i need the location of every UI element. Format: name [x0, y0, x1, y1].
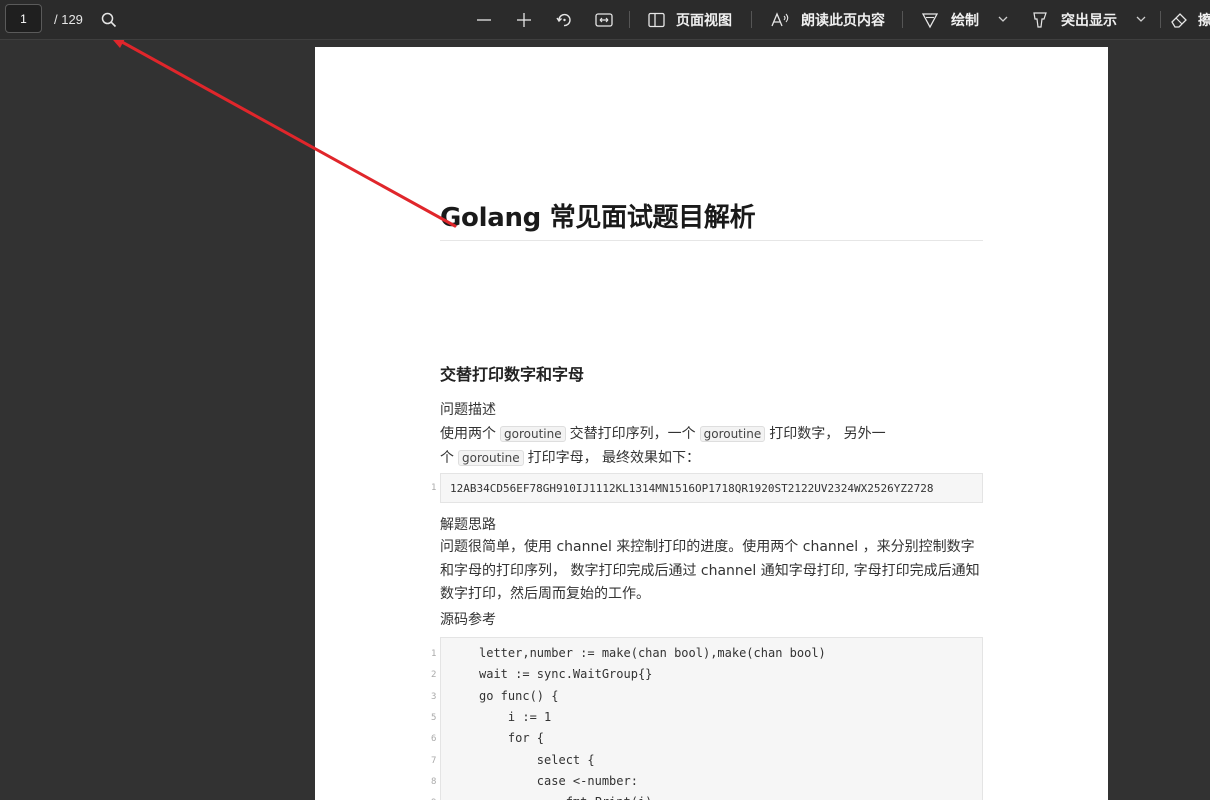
text-segment: 打印数字， 另外一 [769, 426, 886, 442]
text-segment: 使用两个 [440, 426, 496, 442]
draw-dropdown-chevron-down-icon[interactable] [997, 0, 1009, 39]
code-text: for { [479, 731, 545, 746]
page-view-label: 页面视图 [676, 11, 732, 28]
line-number: 2 [431, 670, 437, 681]
toolbar-divider [902, 11, 903, 28]
code-text: go func() { [479, 688, 559, 703]
page-view-icon [648, 12, 666, 28]
erase-button[interactable]: 擦 [1170, 0, 1210, 39]
read-aloud-label: 朗读此页内容 [801, 11, 885, 28]
solution-label: 解题思路 [440, 517, 496, 533]
pdf-toolbar: / 129 页面视图 朗读此页内容 绘制 [0, 0, 1210, 40]
inline-code: goroutine [699, 426, 766, 442]
draw-icon [921, 11, 939, 29]
text-segment: 打印字母， 最终效果如下： [527, 450, 701, 466]
toolbar-divider [751, 11, 752, 28]
code-line: 2 wait := sync.WaitGroup{} [431, 667, 981, 688]
title-divider [440, 240, 983, 241]
inline-code: goroutine [458, 450, 524, 466]
code-line: 5 i := 1 [431, 709, 981, 731]
page-view-button[interactable]: 页面视图 [648, 0, 732, 39]
problem-label: 问题描述 [440, 402, 496, 418]
line-number: 7 [431, 755, 437, 766]
line-number: 6 [431, 734, 437, 745]
text-segment: 个 [440, 450, 454, 466]
read-aloud-button[interactable]: 朗读此页内容 [771, 0, 885, 39]
code-text: i := 1 [479, 709, 552, 724]
description-line-2: 个 goroutine 打印字母， 最终效果如下： [440, 447, 700, 467]
line-number: 8 [431, 776, 437, 787]
page-number-input[interactable] [5, 4, 42, 33]
line-number: 1 [431, 649, 437, 659]
rotate-icon[interactable] [555, 0, 573, 39]
inline-code: goroutine [500, 426, 566, 442]
highlight-dropdown-chevron-down-icon[interactable] [1135, 0, 1147, 39]
zoom-in-icon[interactable] [515, 0, 533, 39]
text-segment: 交替打印序列，一个 [569, 426, 696, 442]
pdf-page: Golang 常见面试题目解析 交替打印数字和字母 问题描述 使用两个 gorou… [315, 47, 1108, 800]
line-number: 1 [431, 483, 437, 493]
line-number: 5 [431, 712, 437, 723]
code-text: fmt.Print(i) [479, 795, 653, 800]
zoom-out-icon[interactable] [475, 0, 493, 39]
code-text: select { [479, 752, 595, 767]
description-line-1: 使用两个 goroutine 交替打印序列，一个 goroutine 打印数字， 另外一 [440, 423, 886, 443]
code-text: letter,number := make(chan bool),make(ch… [479, 646, 826, 660]
code-line: 1 letter,number := make(chan bool),make(c… [431, 646, 981, 667]
draw-button[interactable]: 绘制 [921, 0, 979, 39]
search-icon[interactable] [100, 0, 118, 39]
code-text: wait := sync.WaitGroup{} [479, 667, 653, 682]
source-code-block: 1 letter,number := make(chan bool),make(c… [431, 637, 983, 800]
page-total-label: / 129 [54, 12, 83, 27]
code-line: 6 for { [431, 731, 981, 752]
highlight-label: 突出显示 [1061, 11, 1117, 28]
code-line: 9 fmt.Print(i) [431, 795, 981, 800]
source-label: 源码参考 [440, 612, 496, 628]
fit-width-icon[interactable] [595, 0, 613, 39]
toolbar-divider [1160, 11, 1161, 28]
erase-label: 擦 [1198, 11, 1210, 28]
eraser-icon [1170, 11, 1188, 29]
toolbar-divider [629, 11, 630, 28]
draw-label: 绘制 [951, 11, 979, 28]
output-code-text: 12AB34CD56EF78GH910IJ1112KL1314MN1516OP1… [450, 482, 934, 495]
solution-paragraph: 问题很简单，使用 channel 来控制打印的进度。使用两个 channel ，… [440, 539, 980, 602]
highlight-icon [1031, 11, 1049, 29]
code-line: 8 case <-number: [431, 773, 981, 795]
section-heading: 交替打印数字和字母 [440, 365, 585, 384]
line-number: 3 [431, 691, 437, 702]
highlight-button[interactable]: 突出显示 [1031, 0, 1117, 39]
code-line: 3 go func() { [431, 688, 981, 710]
read-aloud-icon [771, 11, 791, 28]
code-line: 7 select { [431, 752, 981, 774]
document-viewer[interactable]: Golang 常见面试题目解析 交替打印数字和字母 问题描述 使用两个 gorou… [0, 40, 1210, 800]
output-code-block: 1 12AB34CD56EF78GH910IJ1112KL1314MN1516O… [431, 473, 983, 503]
code-text: case <-number: [479, 773, 638, 788]
page-total: / 129 [54, 0, 83, 39]
document-title: Golang 常见面试题目解析 [440, 203, 756, 233]
